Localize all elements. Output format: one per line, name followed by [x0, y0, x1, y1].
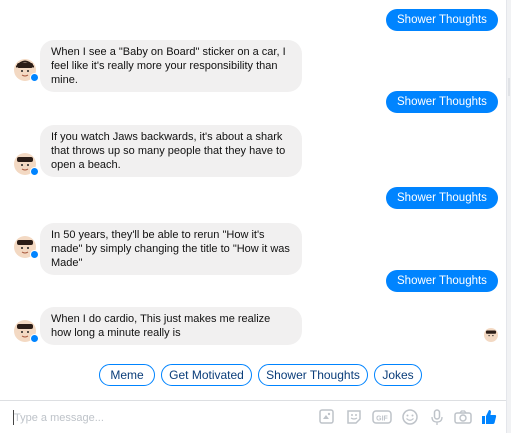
user-message: Shower Thoughts — [386, 187, 498, 209]
user-message: Shower Thoughts — [386, 270, 498, 292]
message-composer: GIF — [0, 400, 506, 433]
quick-reply-get-motivated[interactable]: Get Motivated — [161, 364, 252, 386]
quick-replies: Meme Get Motivated Shower Thoughts Jokes — [0, 364, 505, 388]
bot-message: When I do cardio, This just makes me rea… — [40, 307, 302, 345]
conversation: Shower Thoughts When I see a "Baby on Bo… — [0, 0, 505, 400]
messenger-badge-icon — [30, 167, 39, 176]
quick-reply-shower-thoughts[interactable]: Shower Thoughts — [258, 364, 368, 386]
bot-message: If you watch Jaws backwards, it's about … — [40, 125, 302, 177]
emoji-sticker-icon[interactable] — [345, 408, 363, 426]
quick-reply-jokes[interactable]: Jokes — [374, 364, 422, 386]
scrollbar-thumb[interactable] — [508, 78, 510, 96]
quick-reply-meme[interactable]: Meme — [99, 364, 155, 386]
user-message: Shower Thoughts — [386, 9, 498, 31]
messenger-badge-icon — [30, 73, 39, 82]
message-input[interactable] — [14, 409, 304, 427]
svg-text:GIF: GIF — [376, 416, 388, 423]
bot-avatar[interactable] — [14, 59, 39, 82]
bot-message: In 50 years, they'll be able to rerun "H… — [40, 223, 302, 275]
messenger-badge-icon — [30, 250, 39, 259]
sticker-icon[interactable] — [318, 408, 336, 426]
camera-icon[interactable] — [453, 408, 473, 426]
scrollbar-track[interactable] — [506, 0, 511, 433]
bot-message: When I see a "Baby on Board" sticker on … — [40, 40, 302, 92]
seen-indicator-avatar — [484, 328, 498, 342]
bot-avatar[interactable] — [14, 153, 39, 176]
thumbs-up-icon[interactable] — [480, 408, 498, 426]
emoji-icon[interactable] — [401, 408, 419, 426]
messenger-badge-icon — [30, 334, 39, 343]
bot-avatar[interactable] — [14, 320, 39, 343]
gif-icon[interactable]: GIF — [372, 408, 392, 426]
bot-avatar[interactable] — [14, 236, 39, 259]
microphone-icon[interactable] — [428, 408, 446, 426]
user-message: Shower Thoughts — [386, 91, 498, 113]
